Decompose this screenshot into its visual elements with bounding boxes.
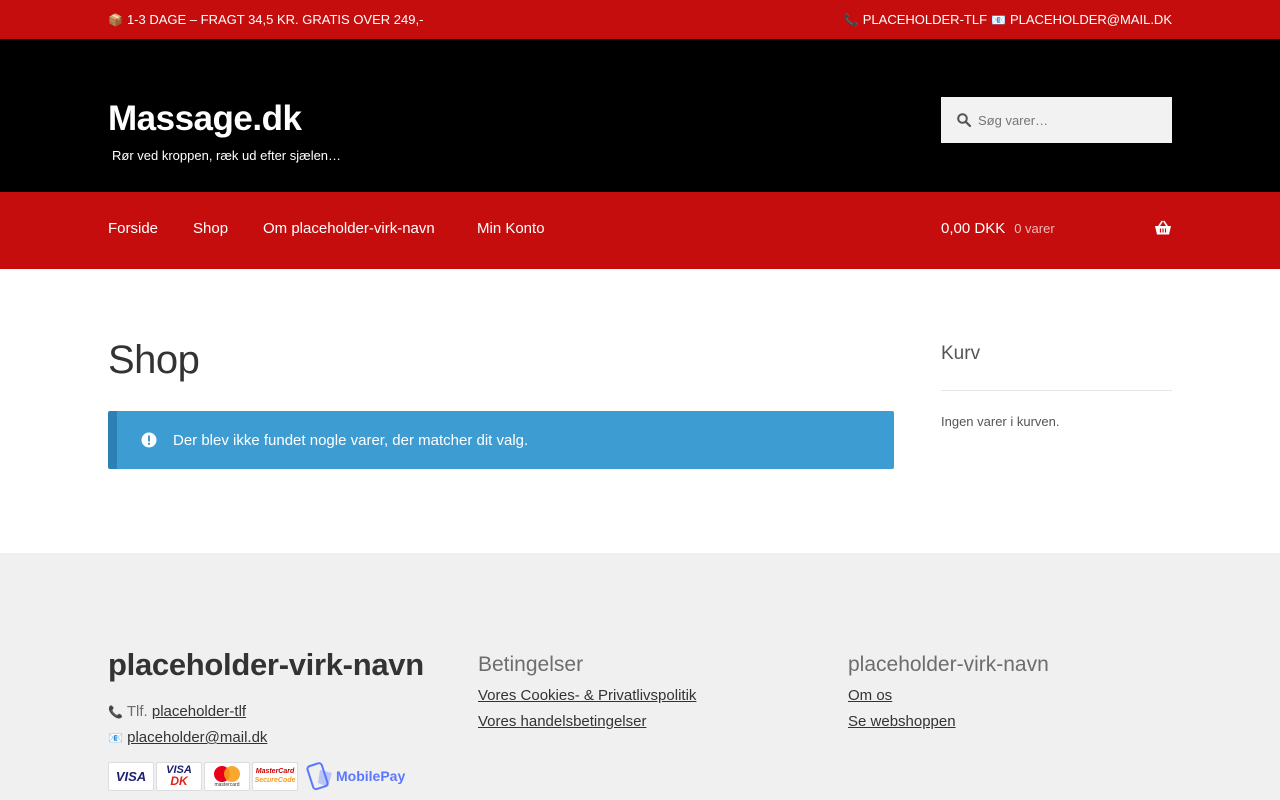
mobilepay-icon [306,762,332,791]
phone-label: Tlf. [126,703,148,720]
footer-heading-company: placeholder-virk-navn [848,653,1049,676]
basket-icon [1155,220,1171,235]
phone-link[interactable]: placeholder-tlf [152,703,246,720]
package-icon: 📦 [108,12,123,27]
footer-company-name: placeholder-virk-navn [108,647,424,682]
info-icon [141,432,157,448]
payment-methods: VISA VISA DK mastercard MasterCard Secur… [108,761,424,791]
search-input[interactable] [978,112,1158,128]
footer-contact-column: placeholder-virk-navn 📞 Tlf. placeholder… [108,647,424,791]
site-header: Massage.dk Rør ved kroppen, ræk ud efter… [0,39,1280,192]
terms-link[interactable]: Vores handelsbetingelser [478,709,696,735]
shipping-text: 1-3 DAGE – FRAGT 34,5 KR. GRATIS OVER 24… [126,12,424,27]
page-title: Shop [108,338,200,382]
notice-text: Der blev ikke fundet nogle varer, der ma… [173,431,529,449]
contact-info: 📞 PLACEHOLDER-TLF 📧 PLACEHOLDER@MAIL.DK [844,12,1172,27]
footer-terms-column: Betingelser Vores Cookies- & Privatlivsp… [478,651,696,735]
webshop-link[interactable]: Se webshoppen [848,709,1049,735]
phone-icon: 📞 [108,705,123,719]
site-title[interactable]: Massage.dk [108,99,302,139]
nav-item-forside[interactable]: Forside [108,220,158,237]
visa-dankort-logo: VISA DK [156,761,202,791]
product-search[interactable] [941,97,1172,143]
footer-heading-terms: Betingelser [478,653,584,676]
topbar-phone: PLACEHOLDER-TLF [862,12,988,27]
phone-icon: 📞 [843,12,859,27]
top-info-bar: 📦 1-3 DAGE – FRAGT 34,5 KR. GRATIS OVER … [0,0,1280,39]
shipping-info: 📦 1-3 DAGE – FRAGT 34,5 KR. GRATIS OVER … [108,12,423,27]
cart-count: 0 varer [1014,221,1055,236]
mastercard-circles [214,765,240,782]
cart-total: 0,00 DKK [941,220,1006,237]
header-cart[interactable]: 0,00 DKK 0 varer [941,220,1172,237]
mail-icon: 📧 [108,731,123,745]
visa-logo: VISA [108,761,154,791]
cart-empty-text: Ingen varer i kurven. [941,414,1060,429]
about-link[interactable]: Om os [848,683,1049,709]
privacy-policy-link[interactable]: Vores Cookies- & Privatlivspolitik [478,683,696,709]
site-tagline: Rør ved kroppen, ræk ud efter sjælen… [112,148,342,163]
footer-phone: 📞 Tlf. placeholder-tlf [108,699,424,725]
search-icon [957,113,972,128]
nav-item-shop[interactable]: Shop [193,220,228,237]
securecode-logo: MasterCard SecureCode [252,761,298,791]
cart-widget-title: Kurv [941,343,981,364]
mail-icon: 📧 [991,12,1006,27]
mastercard-logo: mastercard [204,761,250,791]
nav-item-about[interactable]: Om placeholder-virk-navn [263,220,435,237]
info-notice: Der blev ikke fundet nogle varer, der ma… [108,411,894,469]
nav-item-account[interactable]: Min Konto [477,220,545,237]
email-link[interactable]: placeholder@mail.dk [127,729,267,746]
footer-company-column: placeholder-virk-navn Om os Se webshoppe… [848,651,1049,735]
footer-email: 📧 placeholder@mail.dk [108,725,424,751]
primary-navigation: Forside Shop Om placeholder-virk-navn Mi… [0,192,1280,269]
mobilepay-logo: MobilePay [306,761,405,791]
divider [941,390,1172,391]
site-footer: placeholder-virk-navn 📞 Tlf. placeholder… [0,553,1280,800]
topbar-email: PLACEHOLDER@MAIL.DK [1009,12,1172,27]
